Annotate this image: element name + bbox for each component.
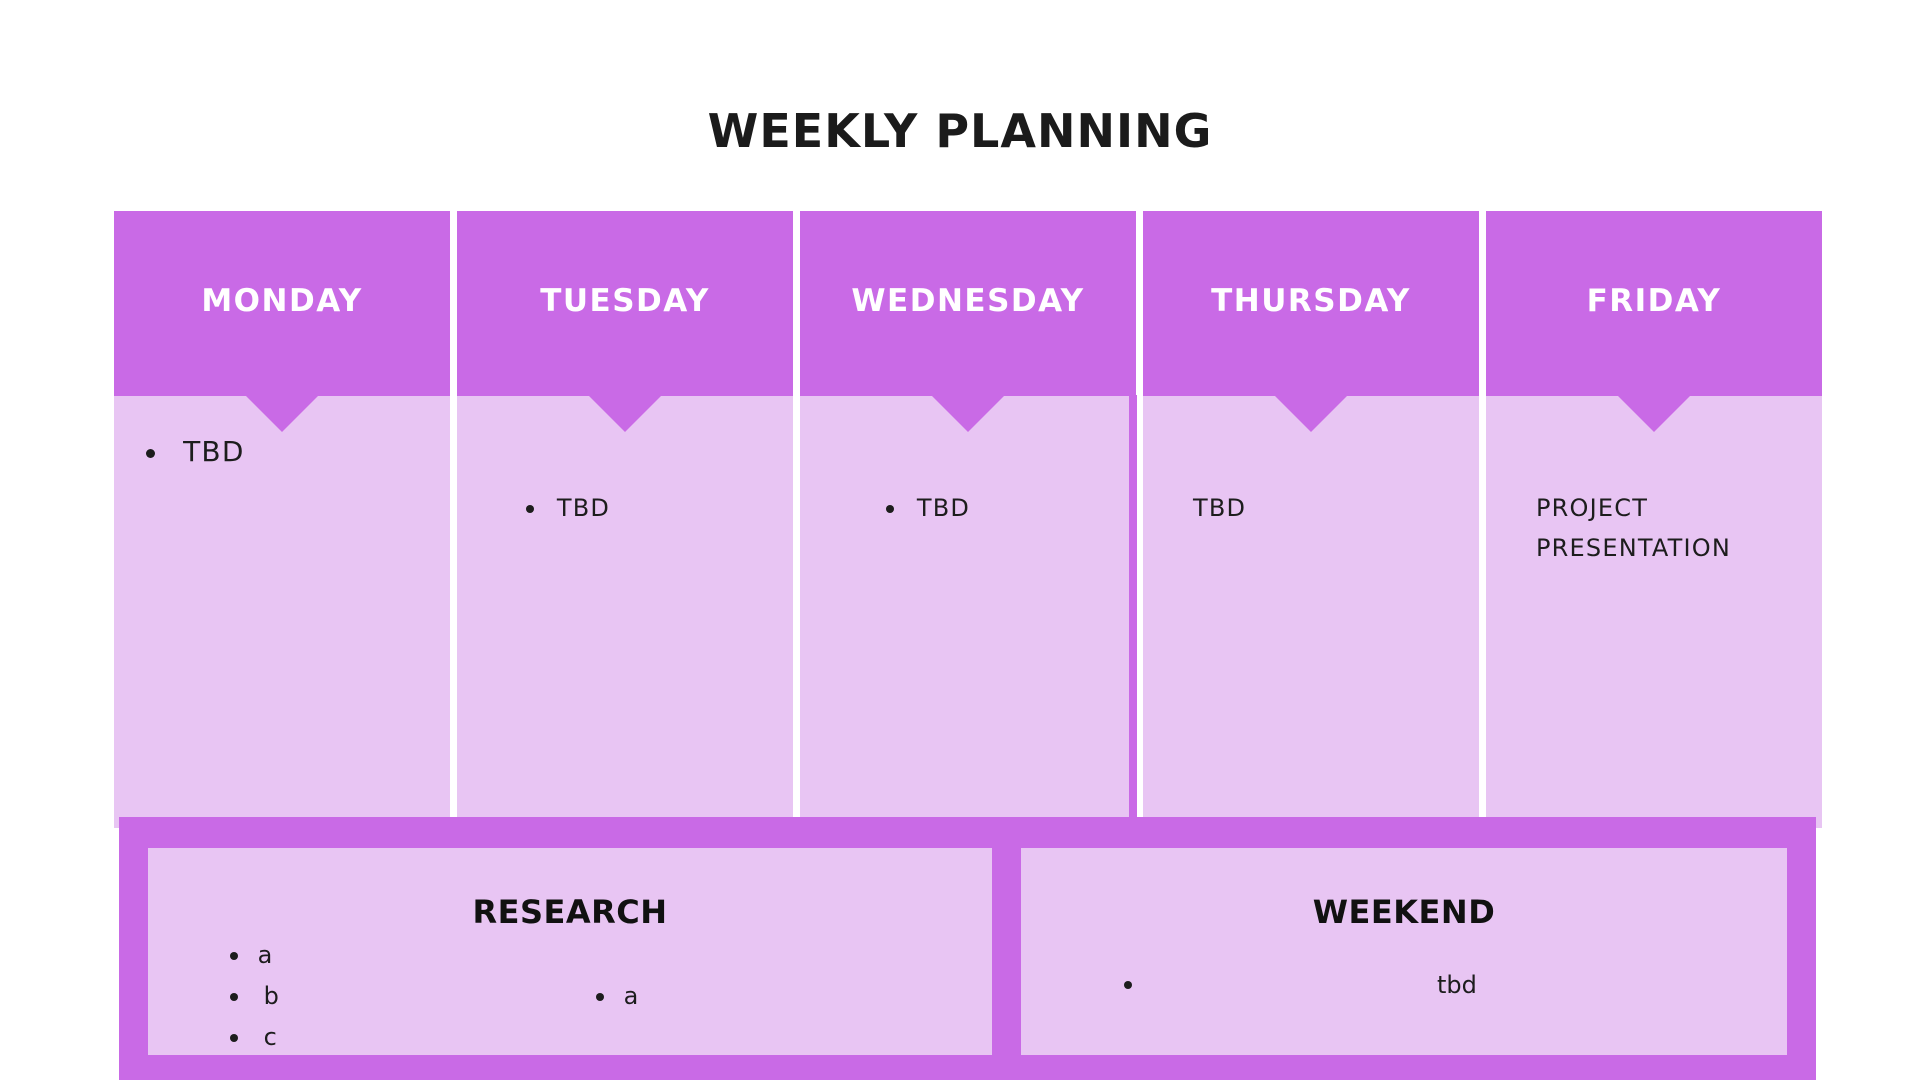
day-column-thursday: THURSDAY TBD: [1143, 211, 1479, 828]
bullet-icon: [526, 505, 534, 513]
list-item: TBD: [526, 488, 610, 528]
day-column-monday: MONDAY TBD: [114, 211, 450, 828]
day-column-tuesday: TUESDAY TBD: [457, 211, 793, 828]
list-item-text: TBD: [916, 494, 971, 522]
research-title: RESEARCH: [472, 893, 668, 931]
day-note: TBD: [1193, 494, 1247, 522]
day-column-wednesday: WEDNESDAY TBD: [800, 211, 1136, 828]
day-column-friday: FRIDAY PROJECT PRESENTATION: [1486, 211, 1822, 828]
day-name-tuesday: TUESDAY: [540, 283, 710, 319]
list-item-text: TBD: [556, 494, 611, 522]
day-name-thursday: THURSDAY: [1211, 283, 1411, 319]
research-panel: RESEARCH a b c a: [148, 848, 992, 1055]
day-name-monday: MONDAY: [201, 283, 363, 319]
bullet-icon: [230, 993, 238, 1001]
list-item-text: b: [263, 982, 279, 1010]
day-name-wednesday: WEDNESDAY: [851, 283, 1085, 319]
page-title: WEEKLY PLANNING: [707, 104, 1213, 158]
day-header-thursday: THURSDAY: [1143, 211, 1479, 396]
bullet-icon: [886, 505, 894, 513]
list-item-text: c: [263, 1023, 277, 1051]
pointer-arrow-icon: [932, 396, 1004, 432]
day-note-line: PRESENTATION: [1536, 534, 1731, 562]
weekly-planning-page: WEEKLY PLANNING MONDAY TBD TUESDAY TBD W…: [0, 0, 1920, 1080]
bullet-icon: [1124, 981, 1132, 989]
day-header-monday: MONDAY: [114, 211, 450, 396]
list-item: TBD: [886, 488, 970, 528]
bullet-icon: [146, 448, 155, 458]
day-header-tuesday: TUESDAY: [457, 211, 793, 396]
list-item-text: a: [257, 941, 273, 969]
list-item: c: [230, 1017, 277, 1057]
list-item: a: [230, 935, 272, 975]
column-divider: [1129, 395, 1137, 825]
day-note-line: PROJECT: [1536, 494, 1649, 522]
pointer-arrow-icon: [1275, 396, 1347, 432]
bullet-icon: [230, 1034, 238, 1042]
pointer-arrow-icon: [246, 396, 318, 432]
list-item: b: [230, 976, 279, 1016]
pointer-arrow-icon: [1618, 396, 1690, 432]
bullet-icon: [596, 993, 604, 1001]
bullet-icon: [230, 952, 238, 960]
day-name-friday: FRIDAY: [1586, 283, 1722, 319]
list-item: a: [596, 976, 638, 1016]
list-item-text: tbd: [1437, 971, 1477, 999]
list-item: TBD: [146, 432, 245, 472]
pointer-arrow-icon: [589, 396, 661, 432]
list-item-text: a: [623, 982, 639, 1010]
weekend-panel: WEEKEND tbd: [1021, 848, 1787, 1055]
list-item-text: TBD: [183, 435, 245, 468]
day-header-wednesday: WEDNESDAY: [800, 211, 1136, 396]
weekend-title: WEEKEND: [1312, 893, 1496, 931]
day-header-friday: FRIDAY: [1486, 211, 1822, 396]
